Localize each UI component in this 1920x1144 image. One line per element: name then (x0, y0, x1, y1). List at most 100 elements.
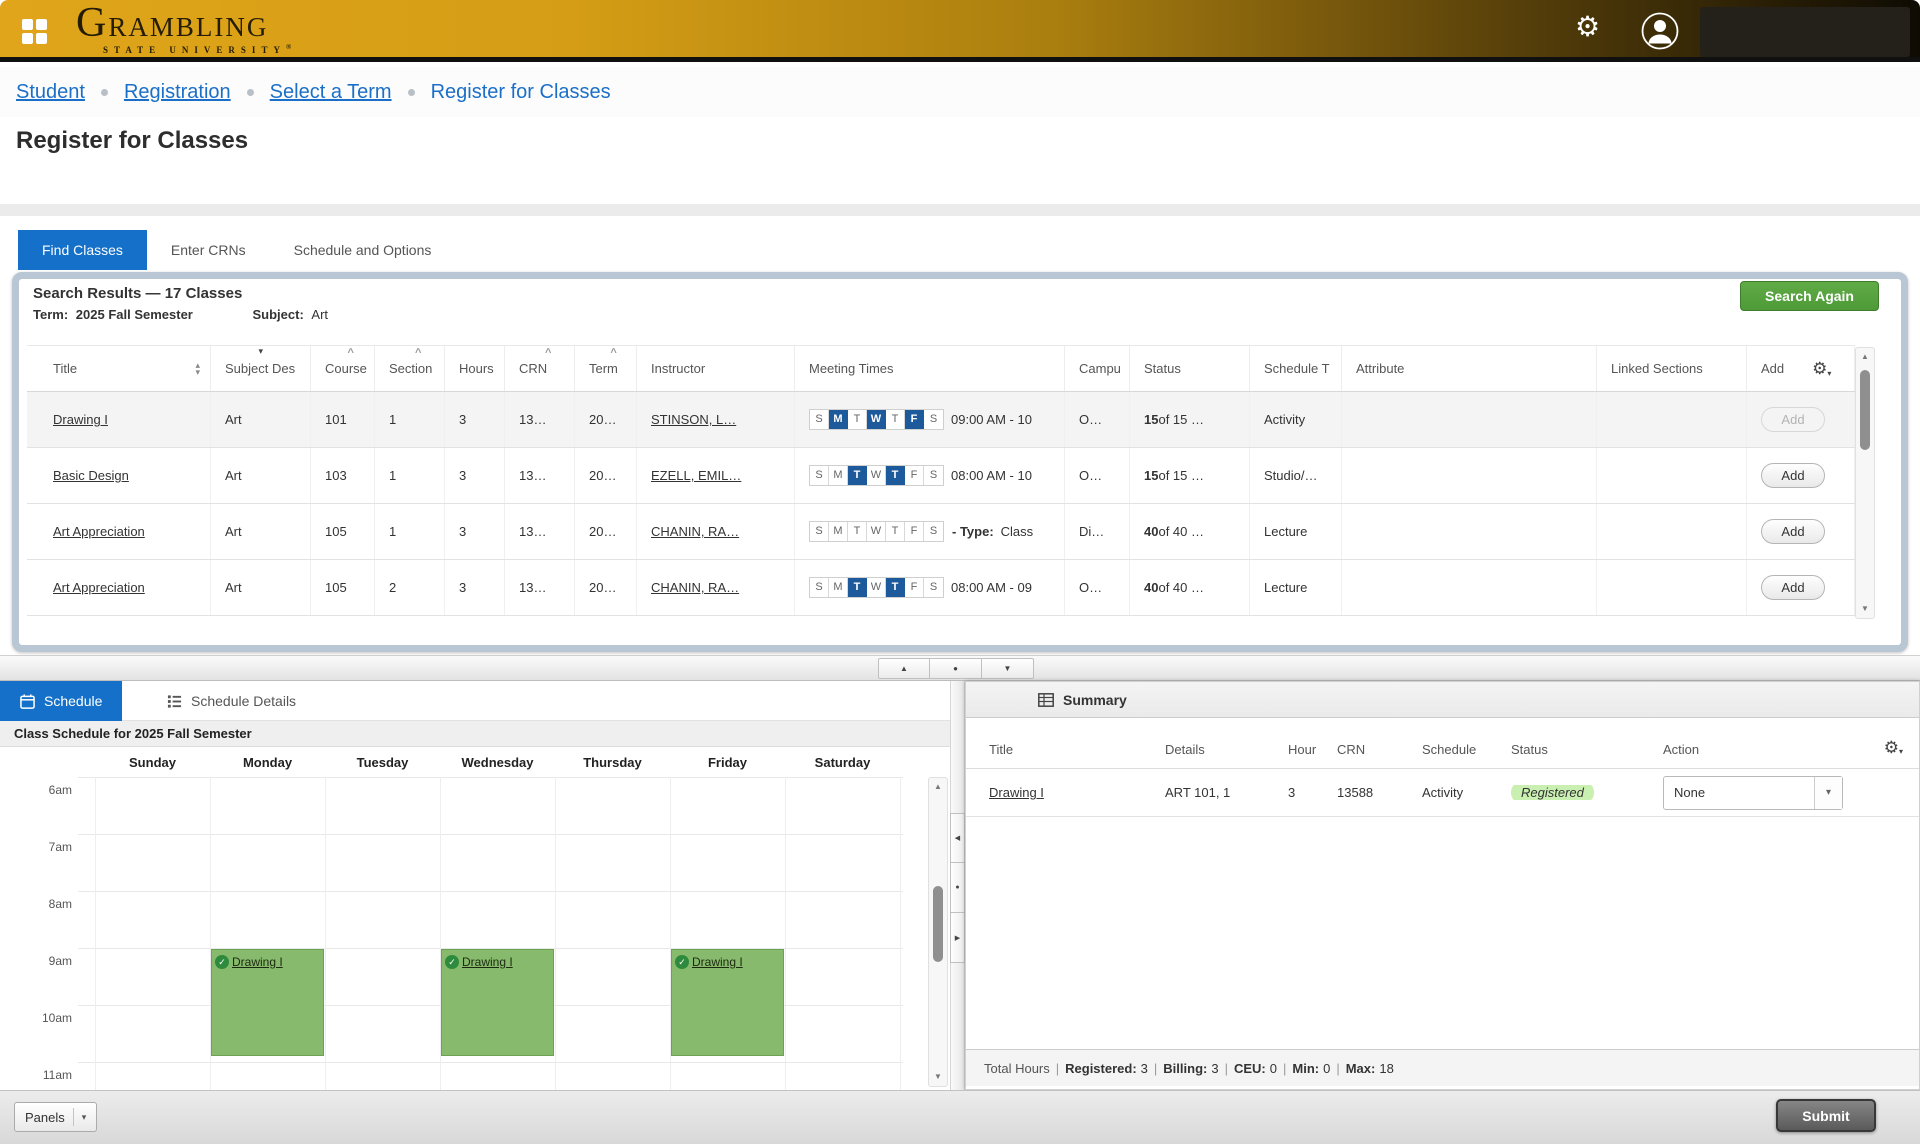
day-pill-F: F (905, 466, 924, 485)
sort-icon[interactable]: ▴▾ (195, 362, 200, 376)
time-label: 11am (0, 1068, 72, 1082)
calendar-event[interactable]: ✓Drawing I (671, 949, 784, 1056)
results-settings-gear-icon[interactable]: ⚙ (1812, 359, 1827, 379)
calendar-scrollbar-thumb[interactable] (933, 886, 943, 962)
scroll-up-icon[interactable]: ▲ (929, 780, 947, 794)
user-menu-area[interactable] (1700, 7, 1910, 57)
instructor-link[interactable]: CHANIN, RA… (651, 580, 739, 595)
column-header-campus[interactable]: Campu (1065, 346, 1130, 391)
top-navigation-bar: GRAMBLING STATE UNIVERSITY® ⚙ (0, 0, 1920, 62)
calendar-event[interactable]: ✓Drawing I (441, 949, 554, 1056)
event-course-link[interactable]: Drawing I (232, 955, 283, 969)
expand-right-button[interactable]: ▶ (950, 913, 965, 963)
day-header-wednesday: Wednesday (440, 755, 555, 770)
day-pill-T: T (848, 578, 867, 597)
splitter-reset-button[interactable]: ● (930, 658, 982, 679)
cell-attribute (1342, 392, 1597, 447)
day-pill-W: W (867, 410, 886, 429)
meeting-days-pills: SMTWTFS (809, 465, 944, 486)
expand-left-button[interactable]: ◀ (950, 813, 965, 863)
action-select[interactable]: None▾ (1663, 776, 1843, 810)
column-header-meeting[interactable]: Meeting Times (795, 346, 1065, 391)
course-title-link[interactable]: Drawing I (53, 412, 108, 427)
search-again-button[interactable]: Search Again (1740, 281, 1879, 311)
add-button[interactable]: Add (1761, 519, 1825, 544)
instructor-link[interactable]: CHANIN, RA… (651, 524, 739, 539)
search-results-panel: Search Results — 17 Classes Term: 2025 F… (12, 272, 1908, 652)
meeting-time-text: 09:00 AM - 10 (951, 412, 1032, 427)
column-header-schedule_type[interactable]: Schedule T (1250, 346, 1342, 391)
app-menu-icon[interactable] (22, 19, 48, 45)
event-course-link[interactable]: Drawing I (692, 955, 743, 969)
column-header-instructor[interactable]: Instructor (637, 346, 795, 391)
horizontal-splitter[interactable]: ▲ ● ▼ (0, 655, 1920, 681)
add-button: Add (1761, 407, 1825, 432)
calendar-event[interactable]: ✓Drawing I (211, 949, 324, 1056)
add-button[interactable]: Add (1761, 575, 1825, 600)
user-profile-icon[interactable] (1640, 11, 1680, 51)
column-header-label: Attribute (1356, 361, 1404, 376)
day-header-thursday: Thursday (555, 755, 670, 770)
breadcrumb-student[interactable]: Student (16, 81, 85, 104)
results-table-body: Drawing IArt1011313…20…STINSON, L…SMTWTF… (27, 392, 1855, 616)
column-header-hours[interactable]: Hours (445, 346, 505, 391)
tab-schedule[interactable]: Schedule (0, 681, 122, 721)
settings-gear-icon[interactable]: ⚙ (1575, 12, 1600, 42)
scroll-up-icon[interactable]: ▲ (1856, 350, 1874, 364)
instructor-link[interactable]: STINSON, L… (651, 412, 736, 427)
column-header-attribute[interactable]: Attribute (1342, 346, 1597, 391)
breadcrumb-select-a-term[interactable]: Select a Term (270, 81, 392, 104)
cell-add: Add (1747, 560, 1855, 615)
results-scrollbar[interactable]: ▲ ▼ (1855, 347, 1875, 619)
column-header-section[interactable]: Section^ (375, 346, 445, 391)
column-header-term[interactable]: Term^ (575, 346, 637, 391)
column-header-add[interactable]: Add⚙▾ (1747, 346, 1855, 391)
totals-separator: | (1225, 1061, 1228, 1076)
breadcrumb-registration[interactable]: Registration (124, 81, 231, 104)
event-course-link[interactable]: Drawing I (462, 955, 513, 969)
day-pill-T: T (886, 466, 905, 485)
expand-down-button[interactable]: ▼ (982, 658, 1034, 679)
calendar-scrollbar[interactable]: ▲ ▼ (928, 777, 948, 1087)
tab-find-classes[interactable]: Find Classes (18, 230, 147, 270)
tab-schedule-details[interactable]: Schedule Details (147, 681, 316, 721)
course-title-link[interactable]: Art Appreciation (53, 524, 145, 539)
logo-subtext: STATE UNIVERSITY® (103, 43, 291, 55)
summary-totals: Total Hours|Registered:3|Billing:3|CEU:0… (966, 1049, 1919, 1086)
course-title-link[interactable]: Basic Design (53, 468, 129, 483)
cell-status: 40 of 40 … (1130, 504, 1250, 559)
day-pill-S: S (810, 410, 829, 429)
column-header-subject[interactable]: Subject Des▾ (211, 346, 311, 391)
column-header-course[interactable]: Course^ (311, 346, 375, 391)
tab-enter-crns[interactable]: Enter CRNs (147, 230, 270, 270)
add-button[interactable]: Add (1761, 463, 1825, 488)
instructor-link[interactable]: EZELL, EMIL… (651, 468, 741, 483)
totals-value: 3 (1141, 1061, 1148, 1076)
cell-linked_sections (1597, 448, 1747, 503)
day-pill-S: S (810, 522, 829, 541)
summary-settings-gear-icon[interactable]: ⚙ ▾ (1884, 738, 1903, 758)
submit-button[interactable]: Submit (1776, 1099, 1876, 1132)
column-header-title[interactable]: Title▴▾ (27, 346, 211, 391)
button-divider (73, 1108, 74, 1126)
column-header-label: Add (1761, 361, 1784, 376)
course-title-link[interactable]: Art Appreciation (53, 580, 145, 595)
cell-add: Add (1747, 448, 1855, 503)
splitter-reset-button[interactable]: ● (950, 863, 965, 913)
calendar-icon (20, 694, 35, 709)
column-header-linked_sections[interactable]: Linked Sections (1597, 346, 1747, 391)
day-pill-F: F (905, 578, 924, 597)
scroll-down-icon[interactable]: ▼ (1856, 602, 1874, 616)
totals-separator: | (1336, 1061, 1339, 1076)
user-silhouette-icon (1640, 11, 1680, 51)
results-scrollbar-thumb[interactable] (1860, 370, 1870, 450)
column-header-crn[interactable]: CRN^ (505, 346, 575, 391)
tab-schedule-and-options[interactable]: Schedule and Options (270, 230, 456, 270)
column-header-status[interactable]: Status (1130, 346, 1250, 391)
subject-label: Subject: (252, 307, 303, 322)
summary-title-link[interactable]: Drawing I (989, 785, 1044, 800)
expand-up-button[interactable]: ▲ (878, 658, 930, 679)
panels-button[interactable]: Panels ▾ (14, 1102, 97, 1132)
scroll-down-icon[interactable]: ▼ (929, 1070, 947, 1084)
vertical-splitter[interactable]: ◀ ● ▶ (950, 681, 965, 1090)
